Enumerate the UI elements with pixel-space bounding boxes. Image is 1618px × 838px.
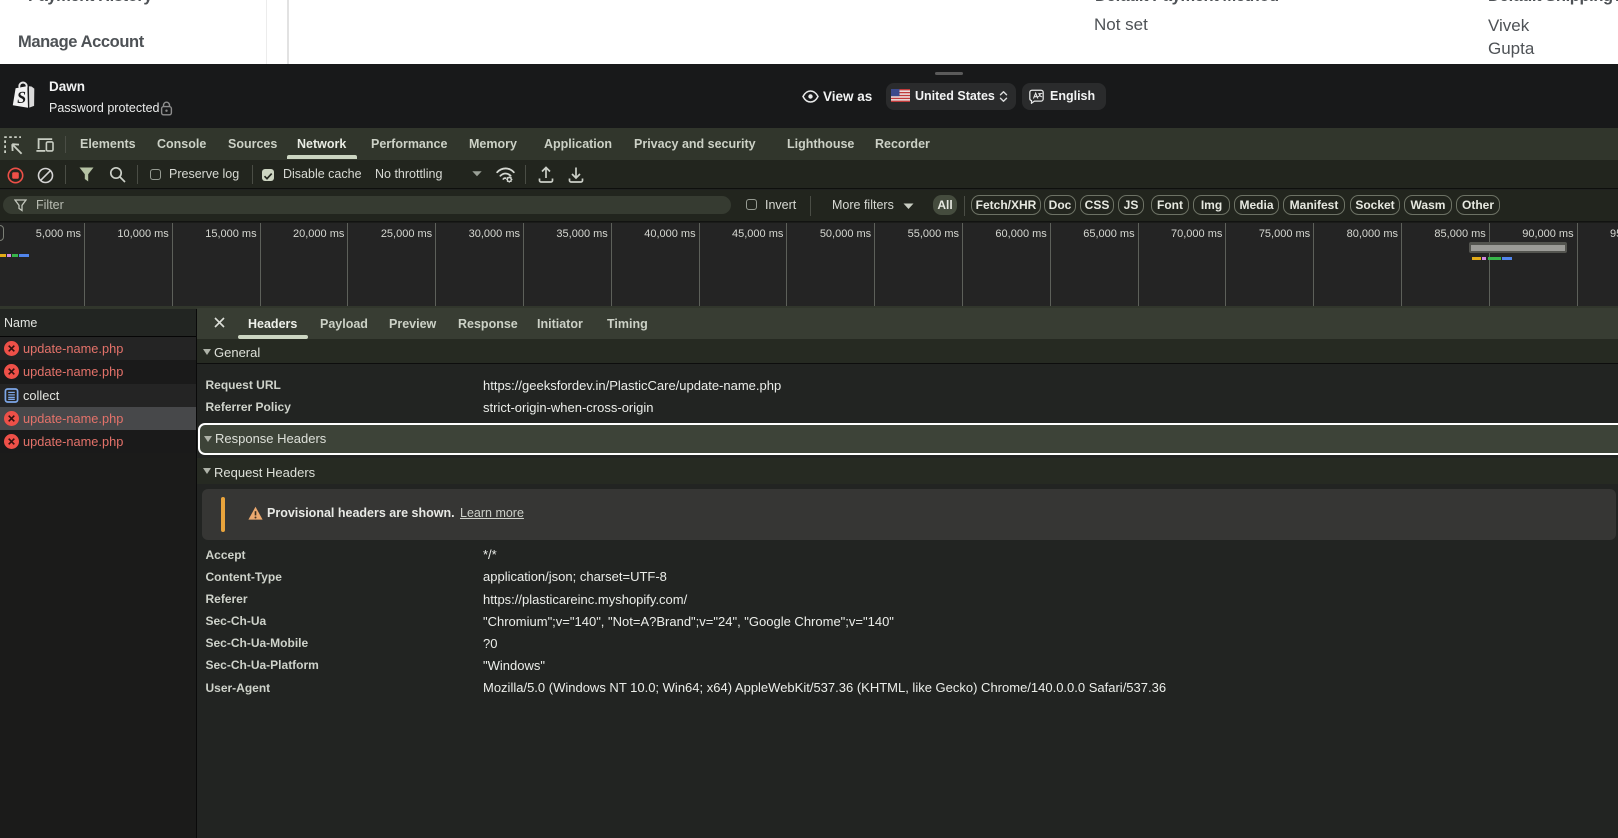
svg-text:S: S [17, 88, 27, 107]
